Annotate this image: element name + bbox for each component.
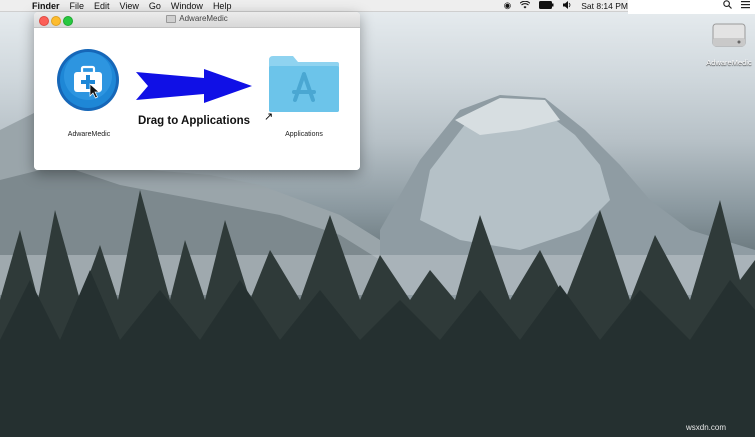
drag-arrow-icon xyxy=(134,68,254,109)
menu-edit[interactable]: Edit xyxy=(94,1,110,11)
status-area: ◉ Sat 8:14 PM xyxy=(504,0,628,11)
menu-view[interactable]: View xyxy=(120,1,139,11)
notification-center-icon[interactable] xyxy=(741,0,750,12)
menu-file[interactable]: File xyxy=(70,1,85,11)
window-title-text: AdwareMedic xyxy=(179,14,228,23)
battery-icon[interactable] xyxy=(539,0,554,11)
spotlight-search-icon[interactable] xyxy=(723,0,732,12)
window-titlebar[interactable]: AdwareMedic xyxy=(34,12,360,28)
applications-folder-icon[interactable] xyxy=(267,54,341,114)
finder-window: AdwareMedic AdwareMedic Drag to Applicat… xyxy=(34,12,360,170)
mounted-disk-icon[interactable] xyxy=(712,20,746,50)
menu-go[interactable]: Go xyxy=(149,1,161,11)
app-label: AdwareMedic xyxy=(67,131,111,138)
folder-label: Applications xyxy=(285,131,323,138)
drag-instruction: Drag to Applications xyxy=(138,115,251,127)
menu-extras-panel xyxy=(628,0,755,14)
alias-arrow-icon: ↗ xyxy=(264,111,274,123)
volume-icon[interactable] xyxy=(563,0,572,11)
menu-clock[interactable]: Sat 8:14 PM xyxy=(581,1,628,11)
watermark: wsxdn.com xyxy=(686,423,727,432)
menu-help[interactable]: Help xyxy=(213,1,232,11)
menu-finder[interactable]: Finder xyxy=(32,1,60,11)
disk-icon xyxy=(166,14,177,23)
desktop-disk-label[interactable]: AdwareMedic xyxy=(700,58,755,67)
window-title: AdwareMedic xyxy=(34,14,360,23)
adwaremedic-app-icon[interactable] xyxy=(56,48,120,112)
window-content: AdwareMedic Drag to Applications ↗ Appli… xyxy=(34,28,360,170)
record-icon[interactable]: ◉ xyxy=(504,0,511,11)
menu-window[interactable]: Window xyxy=(171,1,203,11)
wifi-icon[interactable] xyxy=(519,0,531,11)
